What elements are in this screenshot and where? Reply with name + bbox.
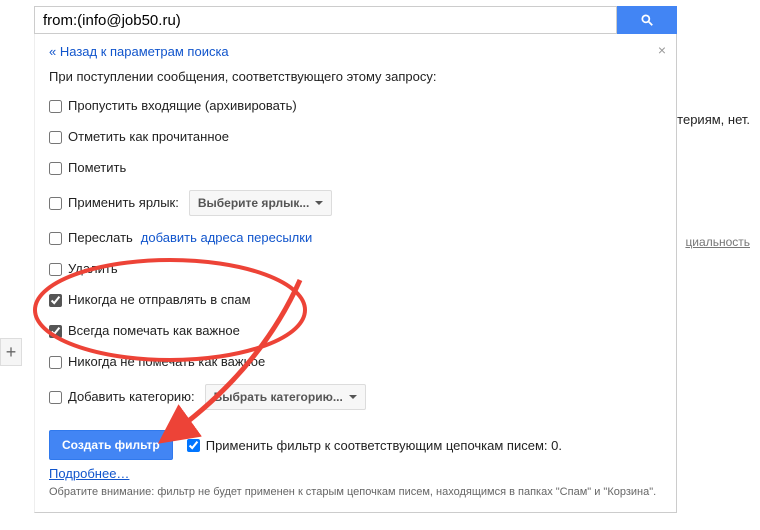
forward-label: Переслать — [68, 229, 133, 247]
chevron-down-icon — [315, 201, 323, 205]
star-checkbox[interactable] — [49, 162, 62, 175]
mark-read-checkbox[interactable] — [49, 131, 62, 144]
star-label: Пометить — [68, 159, 126, 177]
filter-note: Обратите внимание: фильтр не будет приме… — [49, 485, 662, 500]
confidentiality-link[interactable]: циальность — [685, 235, 750, 249]
back-to-search-link[interactable]: « Назад к параметрам поиска — [49, 44, 229, 59]
category-select-text: Выбрать категорию... — [214, 388, 343, 406]
chevron-down-icon — [349, 395, 357, 399]
never-important-checkbox[interactable] — [49, 356, 62, 369]
apply-label-checkbox[interactable] — [49, 197, 62, 210]
search-button[interactable] — [617, 6, 677, 34]
panel-intro: При поступлении сообщения, соответствующ… — [49, 69, 662, 84]
label-select[interactable]: Выберите ярлык... — [189, 190, 333, 216]
compose-plus-button[interactable]: + — [0, 338, 22, 366]
search-input[interactable] — [34, 6, 617, 34]
add-category-label: Добавить категорию: — [68, 388, 195, 406]
apply-existing-checkbox[interactable] — [187, 439, 200, 452]
apply-existing-label: Применить фильтр к соответствующим цепоч… — [206, 438, 562, 453]
category-select[interactable]: Выбрать категорию... — [205, 384, 366, 410]
label-select-text: Выберите ярлык... — [198, 194, 310, 212]
always-important-checkbox[interactable] — [49, 325, 62, 338]
learn-more-link[interactable]: Подробнее… — [49, 466, 129, 481]
create-filter-button[interactable]: Создать фильтр — [49, 430, 173, 460]
search-icon — [640, 13, 654, 27]
skip-inbox-checkbox[interactable] — [49, 100, 62, 113]
close-icon[interactable]: × — [658, 42, 666, 58]
skip-inbox-label: Пропустить входящие (архивировать) — [68, 97, 297, 115]
filter-panel: × « Назад к параметрам поиска При поступ… — [34, 34, 677, 513]
never-important-label: Никогда не помечать как важное — [68, 353, 265, 371]
delete-checkbox[interactable] — [49, 263, 62, 276]
always-important-label: Всегда помечать как важное — [68, 322, 240, 340]
add-category-checkbox[interactable] — [49, 391, 62, 404]
apply-label-label: Применить ярлык: — [68, 194, 179, 212]
mark-read-label: Отметить как прочитанное — [68, 128, 229, 146]
delete-label: Удалить — [68, 260, 118, 278]
forward-checkbox[interactable] — [49, 232, 62, 245]
search-bar — [34, 6, 677, 34]
never-spam-checkbox[interactable] — [49, 294, 62, 307]
never-spam-label: Никогда не отправлять в спам — [68, 291, 251, 309]
add-forwarding-link[interactable]: добавить адреса пересылки — [141, 229, 312, 247]
